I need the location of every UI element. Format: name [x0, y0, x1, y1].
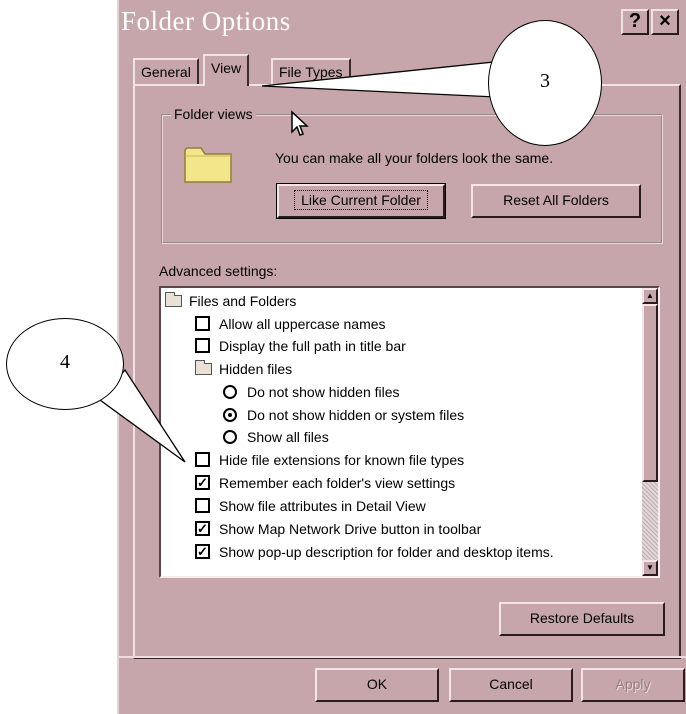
tab-view[interactable]: View: [203, 54, 250, 86]
tab-file-types[interactable]: File Types: [271, 58, 351, 84]
callout-3: 3: [488, 20, 602, 146]
list-item-label: Hidden files: [219, 361, 293, 377]
folder-icon: [165, 292, 182, 307]
help-button[interactable]: ?: [621, 9, 649, 35]
like-current-folder-button[interactable]: Like Current Folder: [276, 183, 446, 219]
checkbox-checked[interactable]: ✓: [195, 544, 210, 559]
folder-icon: [195, 360, 212, 375]
ok-button[interactable]: OK: [315, 668, 439, 702]
scroll-track[interactable]: [642, 482, 658, 560]
list-item-label: Do not show hidden or system files: [247, 407, 465, 423]
checkbox-checked[interactable]: ✓: [195, 475, 210, 490]
list-item-label: Do not show hidden files: [247, 384, 400, 400]
checkbox[interactable]: [195, 498, 210, 513]
scroll-down-icon[interactable]: ▼: [642, 560, 658, 576]
checkbox[interactable]: [195, 316, 210, 331]
vertical-scrollbar[interactable]: ▲ ▼: [642, 288, 658, 576]
folder-options-dialog: Folder Options ? × General File Types Vi…: [117, 0, 686, 714]
divider: [119, 656, 686, 658]
scroll-thumb[interactable]: [642, 304, 658, 482]
apply-button: Apply: [581, 668, 685, 702]
folder-views-legend: Folder views: [171, 106, 256, 122]
radio-button[interactable]: [223, 385, 237, 399]
mouse-cursor-icon: [291, 110, 309, 136]
close-button[interactable]: ×: [651, 9, 679, 35]
list-item-label: Display the full path in title bar: [219, 338, 406, 354]
restore-defaults-button[interactable]: Restore Defaults: [499, 602, 665, 636]
folder-views-group: Folder views You can make all your folde…: [161, 106, 663, 244]
list-item-label: Files and Folders: [189, 293, 297, 309]
advanced-settings-list[interactable]: Files and Folders Allow all uppercase na…: [159, 286, 660, 578]
list-item-label: Remember each folder's view settings: [219, 475, 456, 491]
list-item-label: Hide file extensions for known file type…: [219, 452, 465, 468]
title-bar[interactable]: Folder Options ? ×: [119, 0, 686, 44]
folder-icon: [184, 147, 232, 183]
cancel-button[interactable]: Cancel: [449, 668, 573, 702]
like-current-folder-label: Like Current Folder: [294, 190, 428, 210]
folder-views-description: You can make all your folders look the s…: [275, 150, 554, 166]
list-item-label: Show pop-up description for folder and d…: [219, 544, 554, 560]
scroll-up-icon[interactable]: ▲: [642, 288, 658, 304]
radio-button[interactable]: [223, 430, 237, 444]
list-item-label: Allow all uppercase names: [219, 316, 386, 332]
checkbox[interactable]: [195, 338, 210, 353]
checkbox[interactable]: [195, 452, 210, 467]
list-item-label: Show file attributes in Detail View: [219, 498, 426, 514]
list-item-label: Show all files: [247, 429, 329, 445]
callout-4: 4: [6, 318, 124, 410]
checkbox-checked[interactable]: ✓: [195, 521, 210, 536]
list-item-label: Show Map Network Drive button in toolbar: [219, 521, 482, 537]
reset-all-folders-button[interactable]: Reset All Folders: [471, 184, 641, 218]
radio-button-selected[interactable]: [223, 408, 237, 422]
tab-general[interactable]: General: [133, 58, 199, 84]
dialog-title: Folder Options: [121, 6, 291, 36]
advanced-settings-label: Advanced settings:: [159, 263, 278, 279]
